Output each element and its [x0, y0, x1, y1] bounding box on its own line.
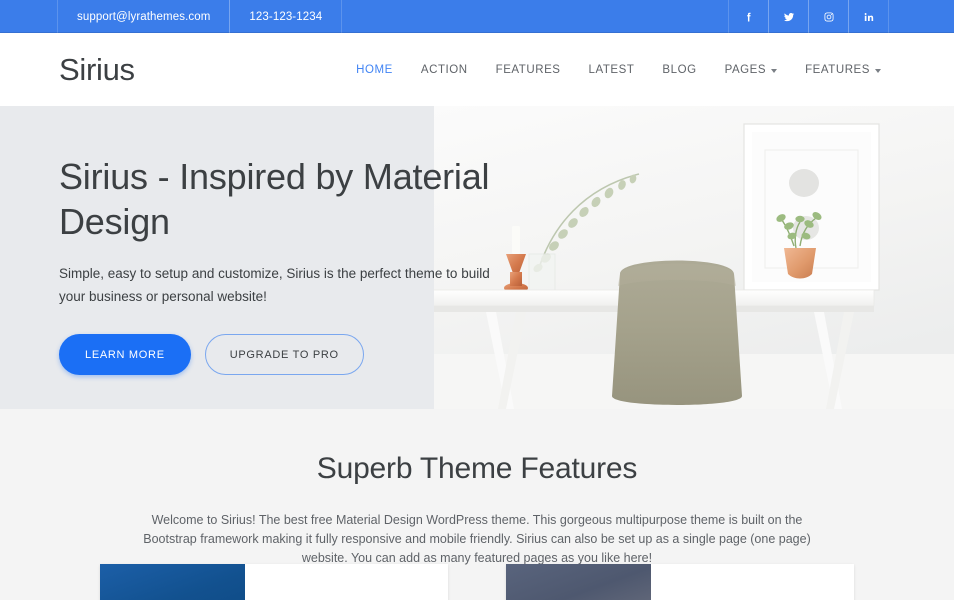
feature-card-body [651, 564, 854, 600]
learn-more-button[interactable]: LEARN MORE [59, 334, 191, 375]
feature-card-body [245, 564, 448, 600]
nav-item-home[interactable]: HOME [342, 56, 407, 84]
nav-label: FEATURES [496, 64, 561, 76]
hero-section: Sirius - Inspired by Material Design Sim… [0, 106, 954, 409]
nav-item-action[interactable]: ACTION [407, 56, 482, 84]
page-root: support@lyrathemes.com 123-123-1234 Siri… [0, 0, 954, 600]
nav-label: HOME [356, 64, 393, 76]
hero-button-group: LEARN MORE UPGRADE TO PRO [59, 334, 499, 375]
contact-phone[interactable]: 123-123-1234 [229, 0, 342, 33]
feature-card-list [0, 564, 954, 600]
site-logo[interactable]: Sirius [59, 54, 135, 85]
nav-label: LATEST [589, 64, 635, 76]
chevron-down-icon [875, 69, 881, 73]
site-header: Sirius HOME ACTION FEATURES LATEST BLOG … [0, 33, 954, 106]
nav-item-features-dropdown[interactable]: FEATURES [791, 56, 895, 84]
instagram-icon[interactable] [808, 0, 849, 33]
nav-label: FEATURES [805, 64, 870, 76]
linkedin-icon[interactable] [848, 0, 889, 33]
hero-image [434, 106, 954, 409]
feature-card[interactable] [100, 564, 448, 600]
top-bar-contact-group: support@lyrathemes.com 123-123-1234 [57, 0, 341, 33]
hero-content: Sirius - Inspired by Material Design Sim… [59, 154, 499, 375]
desk-scene-illustration [434, 106, 954, 409]
twitter-icon[interactable] [768, 0, 809, 33]
feature-card-thumbnail [100, 564, 245, 600]
nav-item-blog[interactable]: BLOG [648, 56, 710, 84]
nav-item-pages[interactable]: PAGES [711, 56, 792, 84]
features-section: Superb Theme Features Welcome to Sirius!… [0, 409, 954, 600]
nav-item-features[interactable]: FEATURES [482, 56, 575, 84]
hero-title: Sirius - Inspired by Material Design [59, 154, 499, 244]
top-bar: support@lyrathemes.com 123-123-1234 [0, 0, 954, 33]
nav-label: ACTION [421, 64, 468, 76]
features-title: Superb Theme Features [0, 451, 954, 487]
social-links [728, 0, 888, 33]
hero-subtitle: Simple, easy to setup and customize, Sir… [59, 262, 491, 308]
facebook-icon[interactable] [728, 0, 769, 33]
feature-card[interactable] [506, 564, 854, 600]
upgrade-to-pro-button[interactable]: UPGRADE TO PRO [205, 334, 364, 375]
features-description: Welcome to Sirius! The best free Materia… [127, 511, 827, 568]
contact-email[interactable]: support@lyrathemes.com [57, 0, 230, 33]
nav-label: BLOG [662, 64, 696, 76]
chevron-down-icon [771, 69, 777, 73]
nav-label: PAGES [725, 64, 767, 76]
main-navigation: HOME ACTION FEATURES LATEST BLOG PAGES F… [342, 56, 895, 84]
nav-item-latest[interactable]: LATEST [575, 56, 649, 84]
feature-card-thumbnail [506, 564, 651, 600]
